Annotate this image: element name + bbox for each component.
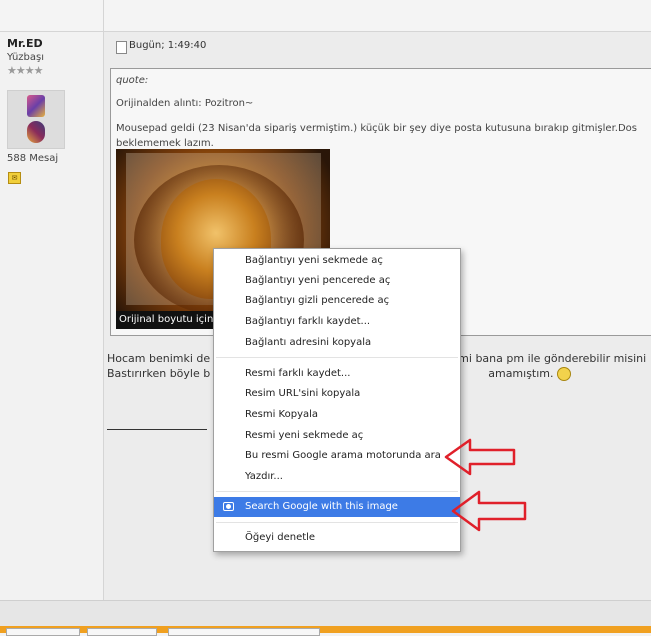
footer-button[interactable] (87, 628, 157, 636)
menu-item-open-link-new-tab[interactable]: Bağlantıyı yeni sekmede aç (214, 251, 460, 271)
menu-item-open-link-incognito[interactable]: Bağlantıyı gizli pencerede aç (214, 291, 460, 311)
quote-text: Mousepad geldi (23 Nisan'da sipariş verm… (116, 121, 651, 151)
quote-line: Mousepad geldi (23 Nisan'da sipariş verm… (116, 123, 637, 134)
menu-item-inspect-element[interactable]: Öğeyi denetle (214, 528, 460, 548)
camera-icon (223, 502, 234, 511)
menu-separator (216, 357, 458, 358)
menu-item-copy-image-url[interactable]: Resim URL'sini kopyala (214, 384, 460, 404)
menu-item-save-link-as[interactable]: Bağlantıyı farklı kaydet... (214, 312, 460, 332)
menu-item-open-link-new-window[interactable]: Bağlantıyı yeni pencerede aç (214, 271, 460, 291)
footer (0, 600, 651, 636)
menu-item-save-image-as[interactable]: Resmi farklı kaydet... (214, 364, 460, 384)
post-count: 588 Mesaj (7, 153, 59, 164)
footer-button[interactable] (168, 628, 320, 636)
post-date: Bugün; 1:49:40 (129, 40, 207, 51)
user-sidebar: Mr.ED Yüzbaşı ★★★★ 588 Mesaj ✉ (0, 32, 104, 600)
signature-divider (107, 429, 207, 430)
context-menu: Bağlantıyı yeni sekmede aç Bağlantıyı ye… (213, 248, 461, 552)
quote-source: Orijinalden alıntı: Pozitron~ (116, 98, 254, 109)
rank-stars: ★★★★ (7, 64, 43, 77)
post-icon (116, 41, 127, 54)
menu-item-label: Search Google with this image (245, 501, 398, 512)
footer-button[interactable] (6, 628, 80, 636)
menu-item-copy-image[interactable]: Resmi Kopyala (214, 405, 460, 425)
reply-line: Hocam benimki de (107, 352, 211, 365)
menu-item-print[interactable]: Yazdır... (214, 467, 460, 487)
menu-separator (216, 491, 458, 492)
menu-item-search-image-google[interactable]: Bu resmi Google arama motorunda ara (214, 446, 460, 466)
menu-item-open-image-new-tab[interactable]: Resmi yeni sekmede aç (214, 426, 460, 446)
reply-line: Bastırırken böyle b (107, 367, 211, 380)
menu-item-search-google-with-image[interactable]: Search Google with this image (214, 497, 460, 517)
user-rank: Yüzbaşı (7, 52, 45, 63)
top-bar (0, 0, 651, 32)
pm-icon[interactable]: ✉ (8, 172, 21, 184)
smiley-icon (557, 367, 572, 381)
username-link[interactable]: Mr.ED (7, 37, 43, 50)
red-arrow-icon (444, 438, 516, 476)
avatar[interactable] (7, 90, 65, 149)
quote-label: quote: (116, 75, 149, 86)
red-arrow-icon (451, 490, 527, 532)
menu-item-copy-link-address[interactable]: Bağlantı adresini kopyala (214, 333, 460, 353)
menu-separator (216, 522, 458, 523)
reply-line: mi bana pm ile gönderebilir misini (458, 352, 647, 365)
reply-line: amamıştım. (488, 367, 554, 380)
